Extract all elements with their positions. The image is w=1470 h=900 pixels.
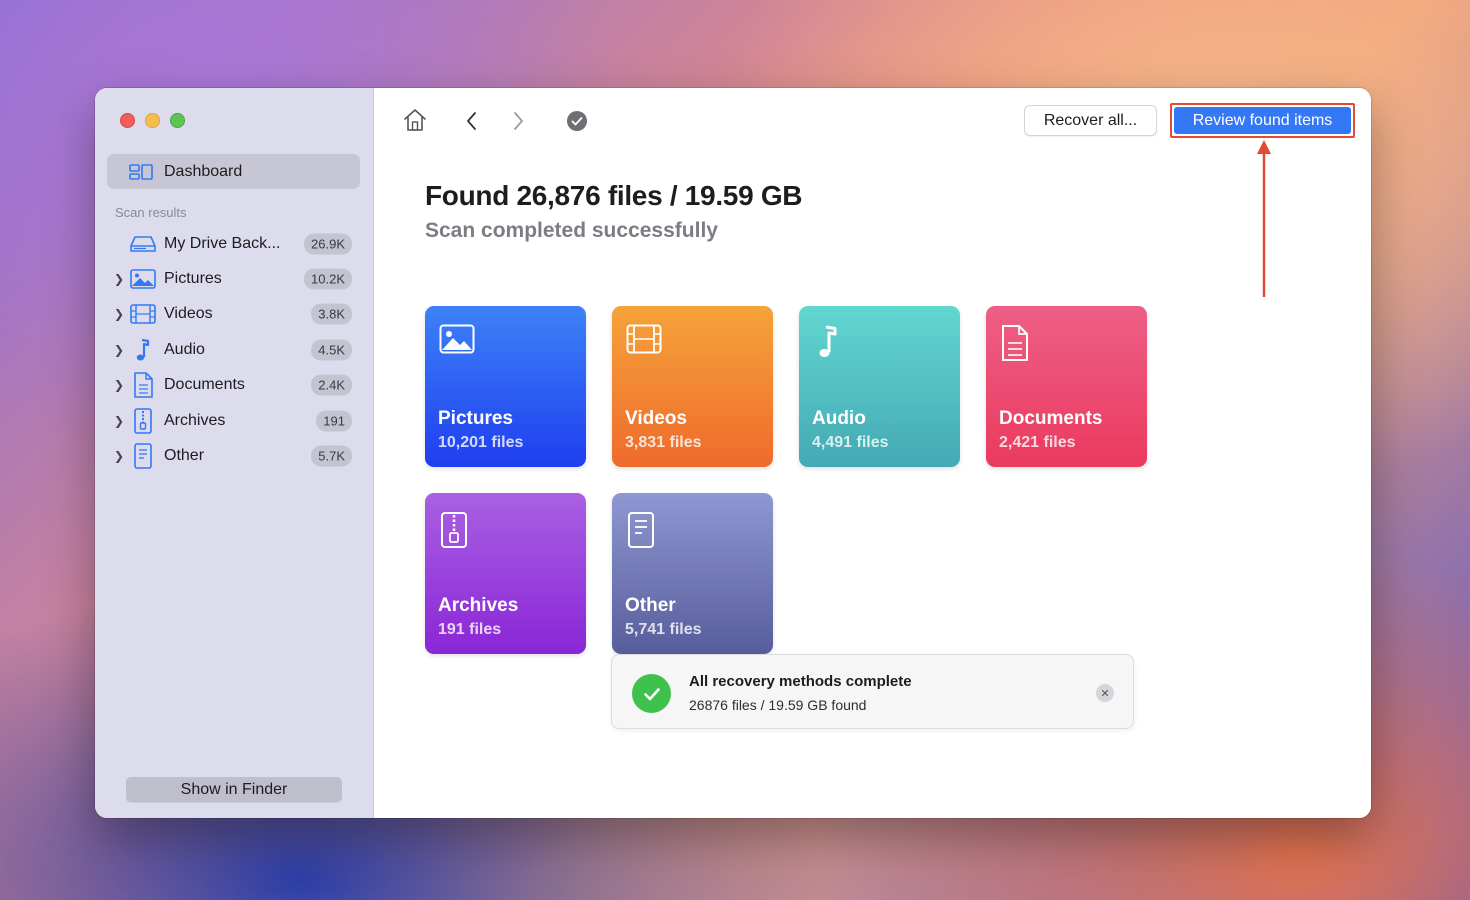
sidebar-item-audio[interactable]: ❯ Audio 4.5K <box>95 332 374 367</box>
category-card-videos[interactable]: Videos 3,831 files <box>612 306 773 467</box>
back-icon[interactable] <box>464 110 480 137</box>
recovery-complete-toast: All recovery methods complete 26876 file… <box>611 654 1134 729</box>
count-badge: 26.9K <box>304 233 352 255</box>
audio-icon <box>130 338 156 362</box>
card-count: 10,201 files <box>438 434 524 451</box>
chevron-right-icon[interactable]: ❯ <box>114 307 124 321</box>
dashboard-icon <box>129 163 153 180</box>
card-title: Audio <box>812 408 866 429</box>
category-card-archives[interactable]: Archives 191 files <box>425 493 586 654</box>
recover-all-button[interactable]: Recover all... <box>1024 105 1157 136</box>
count-badge: 4.5K <box>311 339 352 361</box>
sidebar-item-other[interactable]: ❯ Other 5.7K <box>95 438 374 473</box>
review-found-items-button[interactable]: Review found items <box>1174 107 1351 134</box>
forward-icon[interactable] <box>510 110 526 137</box>
window-controls <box>120 113 185 128</box>
sidebar-item-label: Documents <box>164 376 245 394</box>
sidebar-item-pictures[interactable]: ❯ Pictures 10.2K <box>95 261 374 296</box>
card-title: Videos <box>625 408 687 429</box>
sidebar-item-label: Videos <box>164 305 213 323</box>
pictures-icon <box>439 324 475 359</box>
drive-icon <box>130 232 156 256</box>
sidebar-item-dashboard[interactable]: Dashboard <box>107 154 360 189</box>
count-badge: 3.8K <box>311 303 352 325</box>
scan-results-list: My Drive Back... 26.9K ❯ Pictures 10.2K … <box>95 226 374 474</box>
sidebar-item-videos[interactable]: ❯ Videos 3.8K <box>95 297 374 332</box>
count-badge: 191 <box>316 410 352 432</box>
other-icon <box>130 443 156 469</box>
toast-title: All recovery methods complete <box>689 673 912 690</box>
audio-icon <box>813 324 843 365</box>
chevron-right-icon[interactable]: ❯ <box>114 343 124 357</box>
category-card-audio[interactable]: Audio 4,491 files <box>799 306 960 467</box>
main-content: Recover all... Review found items Found … <box>374 88 1371 818</box>
dashboard-label: Dashboard <box>164 162 243 180</box>
sidebar-item-drive[interactable]: My Drive Back... 26.9K <box>95 226 374 261</box>
card-count: 5,741 files <box>625 621 702 638</box>
category-card-documents[interactable]: Documents 2,421 files <box>986 306 1147 467</box>
card-count: 4,491 files <box>812 434 889 451</box>
review-highlight-box: Review found items <box>1170 103 1355 138</box>
card-title: Archives <box>438 595 519 616</box>
other-icon <box>626 511 656 554</box>
checkmark-icon <box>632 674 671 713</box>
sidebar-item-label: Pictures <box>164 270 222 288</box>
scan-results-heading: Scan results <box>115 205 187 220</box>
card-count: 2,421 files <box>999 434 1076 451</box>
videos-icon <box>626 324 662 359</box>
sidebar-item-documents[interactable]: ❯ Documents 2.4K <box>95 368 374 403</box>
home-icon[interactable] <box>402 107 428 138</box>
chevron-right-icon[interactable]: ❯ <box>114 449 124 463</box>
count-badge: 5.7K <box>311 445 352 467</box>
annotation-arrow-icon <box>1257 140 1271 297</box>
chevron-right-icon[interactable]: ❯ <box>114 272 124 286</box>
documents-icon <box>1000 324 1030 367</box>
card-title: Pictures <box>438 408 513 429</box>
scan-complete-icon[interactable] <box>566 110 588 137</box>
card-count: 3,831 files <box>625 434 702 451</box>
videos-icon <box>130 302 156 326</box>
sidebar-item-label: My Drive Back... <box>164 234 281 252</box>
category-card-other[interactable]: Other 5,741 files <box>612 493 773 654</box>
card-title: Documents <box>999 408 1103 429</box>
toast-subtitle: 26876 files / 19.59 GB found <box>689 697 867 713</box>
close-icon[interactable]: ✕ <box>1096 684 1114 702</box>
archives-icon <box>130 407 156 434</box>
close-window-button[interactable] <box>120 113 135 128</box>
archives-icon <box>439 511 469 554</box>
sidebar-item-archives[interactable]: ❯ Archives 191 <box>95 403 374 438</box>
sidebar-item-label: Archives <box>164 411 226 429</box>
page-subtitle: Scan completed successfully <box>425 219 718 242</box>
pictures-icon <box>130 267 156 291</box>
page-title: Found 26,876 files / 19.59 GB <box>425 180 803 211</box>
card-count: 191 files <box>438 621 502 638</box>
count-badge: 2.4K <box>311 374 352 396</box>
minimize-window-button[interactable] <box>145 113 160 128</box>
count-badge: 10.2K <box>304 268 352 290</box>
chevron-right-icon[interactable]: ❯ <box>114 378 124 392</box>
documents-icon <box>130 372 156 399</box>
card-title: Other <box>625 595 676 616</box>
chevron-right-icon[interactable]: ❯ <box>114 414 124 428</box>
sidebar-item-label: Other <box>164 447 205 465</box>
sidebar-item-label: Audio <box>164 340 205 358</box>
category-card-pictures[interactable]: Pictures 10,201 files <box>425 306 586 467</box>
app-window: Dashboard Scan results My Drive Back... … <box>95 88 1371 818</box>
zoom-window-button[interactable] <box>170 113 185 128</box>
show-in-finder-button[interactable]: Show in Finder <box>126 777 342 802</box>
sidebar: Dashboard Scan results My Drive Back... … <box>95 88 374 818</box>
